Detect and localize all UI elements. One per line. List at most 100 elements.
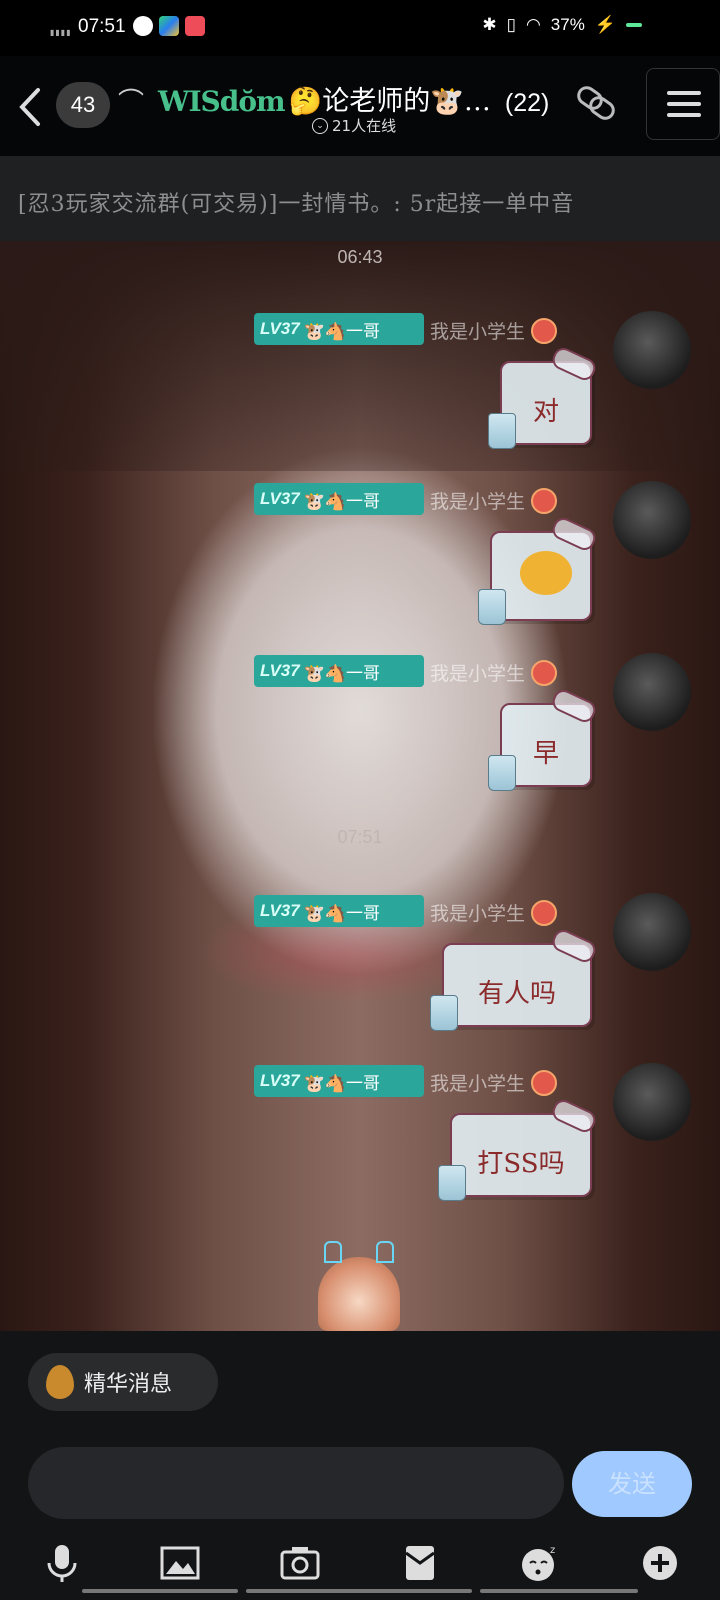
nickname: 🐮🐴一哥 [303, 1073, 381, 1094]
message-bubble[interactable]: 对 [488, 344, 599, 449]
ribbon-icon [549, 926, 599, 966]
scroll-indicator [480, 1589, 638, 1593]
back-arrow-icon[interactable] [10, 82, 50, 132]
toolbar: z [0, 1541, 720, 1591]
mascot-sticker[interactable] [318, 1241, 400, 1331]
plus-icon[interactable] [638, 1541, 682, 1585]
flower-icon [531, 899, 558, 926]
status-time: 07:51 [78, 16, 126, 37]
signal-icon: ▮▮▮▮ [50, 28, 72, 37]
message-input[interactable] [28, 1447, 564, 1519]
member-count: (22) [504, 89, 550, 117]
message-item: LV37 🐮🐴一哥 我是小学生 早 [0, 653, 720, 805]
message-item: LV37 🐮🐴一哥 我是小学生 有人吗 [0, 893, 720, 1045]
menu-button[interactable] [646, 68, 720, 140]
username-text: 我是小学生 [430, 663, 526, 685]
message-bubble[interactable]: 有人吗 [430, 926, 599, 1031]
menu-icon [667, 91, 701, 95]
status-bar: ▮▮▮▮ 07:51 ✱ ▯ ◠ 37% ⚡ [0, 0, 720, 56]
nickname: 🐮🐴一哥 [303, 491, 381, 512]
microphone-icon[interactable] [40, 1541, 84, 1585]
nickname: 🐮🐴一哥 [303, 663, 381, 684]
drop-icon [46, 1365, 74, 1399]
username-text: 我是小学生 [430, 1073, 526, 1095]
image-icon[interactable] [158, 1541, 202, 1585]
play-store-icon [159, 16, 179, 36]
scroll-indicator [246, 1589, 472, 1593]
menu-icon-line [667, 102, 701, 106]
message-bubble[interactable]: 早 [488, 686, 599, 791]
chevron-down-icon: ⌄ [312, 117, 328, 134]
level-badge: LV37 🐮🐴一哥 [254, 655, 424, 687]
message-item: LV37 🐮🐴一哥 我是小学生 对 [0, 311, 720, 463]
send-button[interactable]: 发送 [572, 1451, 692, 1517]
digest-messages-button[interactable]: 精华消息 [28, 1353, 218, 1411]
notice-text: [忍3玩家交流群(可交易)]一封情书。: 5r起接一单中音 [18, 192, 575, 217]
battery-percent: 37% [550, 15, 585, 34]
timestamp: 06:43 [337, 247, 383, 267]
composer-area: 精华消息 发送 z [0, 1331, 720, 1600]
ear-icon[interactable]: ⌒ [118, 82, 144, 119]
wifi-icon: ◠ [525, 15, 541, 34]
level-badge: LV37 🐮🐴一哥 [254, 483, 424, 515]
ribbon-icon [549, 344, 599, 384]
username[interactable]: 我是小学生 [430, 659, 558, 686]
group-title[interactable]: WISdŏm 🤔论老师的🐮… (22) [158, 74, 549, 118]
username[interactable]: 我是小学生 [430, 899, 558, 926]
bottle-icon [438, 1165, 466, 1201]
flower-icon [531, 317, 558, 344]
message-text: 有人吗 [477, 979, 556, 1009]
dog-sticker-icon [520, 551, 572, 595]
username[interactable]: 我是小学生 [430, 487, 558, 514]
menu-icon-line [667, 113, 701, 117]
avatar[interactable] [613, 653, 691, 731]
username[interactable]: 我是小学生 [430, 317, 558, 344]
message-bubble[interactable]: 打SS吗 [438, 1096, 599, 1201]
username[interactable]: 我是小学生 [430, 1069, 558, 1096]
username-text: 我是小学生 [430, 491, 526, 513]
avatar[interactable] [613, 311, 691, 389]
nickname: 🐮🐴一哥 [303, 321, 381, 342]
level-tag: LV37 [260, 489, 300, 508]
cloud-icon [133, 16, 153, 36]
flower-icon [531, 1069, 558, 1096]
username-text: 我是小学生 [430, 903, 526, 925]
avatar[interactable] [613, 481, 691, 559]
level-tag: LV37 [260, 901, 300, 920]
group-name: 🤔论老师的🐮… [288, 86, 491, 117]
flower-icon [531, 487, 558, 514]
pinned-notice[interactable]: [忍3玩家交流群(可交易)]一封情书。: 5r起接一单中音 [0, 156, 720, 241]
bluetooth-icon: ✱ [482, 15, 497, 34]
online-status[interactable]: ⌄ 21人在线 [312, 115, 396, 136]
emoji-icon[interactable]: z [518, 1541, 562, 1585]
message-text: 打SS吗 [477, 1149, 565, 1179]
level-tag: LV37 [260, 319, 300, 338]
digest-label: 精华消息 [84, 1372, 173, 1397]
notification-icons [133, 16, 205, 36]
app-icon [185, 16, 205, 36]
nickname: 🐮🐴一哥 [303, 903, 381, 924]
status-right: ✱ ▯ ◠ 37% ⚡ [482, 15, 642, 35]
sticker-bubble[interactable] [478, 514, 599, 625]
bottle-icon [488, 755, 516, 791]
avatar[interactable] [613, 1063, 691, 1141]
red-packet-icon[interactable] [398, 1541, 442, 1585]
charging-icon: ⚡ [594, 15, 616, 34]
camera-icon[interactable] [278, 1541, 322, 1585]
bottle-icon [488, 413, 516, 449]
username-text: 我是小学生 [430, 321, 526, 343]
link-icon[interactable] [572, 68, 622, 138]
chat-area[interactable]: 06:43 LV37 🐮🐴一哥 我是小学生 对 LV37 🐮🐴一哥 我是小学生 LV… [0, 241, 720, 1331]
avatar[interactable] [613, 893, 691, 971]
ribbon-icon [549, 514, 599, 554]
wisdom-logo: WISdŏm [158, 85, 286, 118]
message-item: LV37 🐮🐴一哥 我是小学生 打SS吗 [0, 1063, 720, 1215]
unread-count-badge[interactable]: 43 [56, 82, 110, 128]
level-tag: LV37 [260, 661, 300, 680]
ribbon-icon [549, 1096, 599, 1136]
message-item: LV37 🐮🐴一哥 我是小学生 [0, 481, 720, 633]
timestamp: 07:51 [337, 827, 383, 847]
level-badge: LV37 🐮🐴一哥 [254, 313, 424, 345]
battery-icon [626, 23, 642, 27]
bottle-icon [478, 589, 506, 625]
